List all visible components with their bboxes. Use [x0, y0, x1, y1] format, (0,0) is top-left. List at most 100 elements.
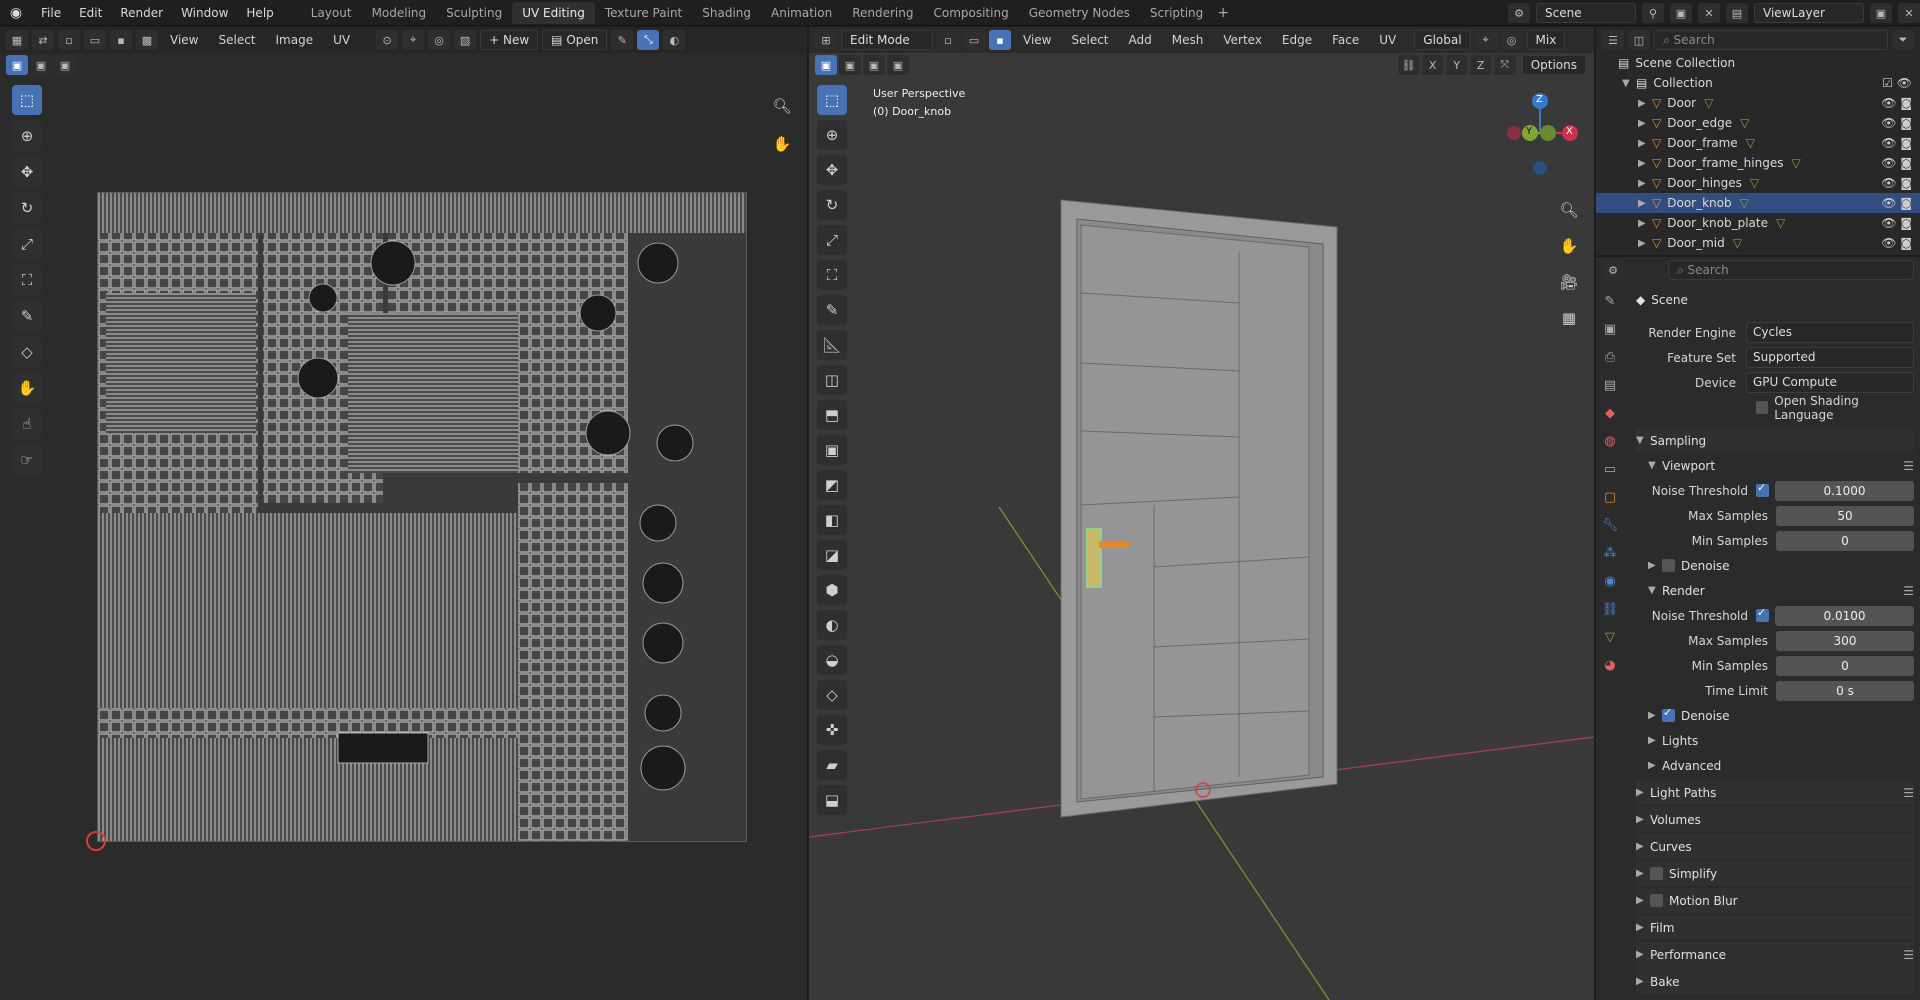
- visibility-icon[interactable]: 👁︎ ◙: [1881, 216, 1912, 230]
- scene-collection-row[interactable]: ▤ Scene Collection: [1596, 53, 1920, 73]
- image-browse-icon[interactable]: ▧: [454, 30, 477, 50]
- mesh-data-icon[interactable]: ▽: [1733, 236, 1742, 250]
- outliner-item[interactable]: ▶ ▽ Door_edge ▽ 👁︎ ◙: [1596, 113, 1920, 133]
- chevron-right-icon[interactable]: ▶: [1638, 218, 1652, 229]
- pan-hand-icon[interactable]: ✋: [767, 129, 797, 159]
- render-max-samples-field[interactable]: 300: [1776, 630, 1914, 651]
- gizmo-toggle-icon[interactable]: ⤡: [637, 30, 660, 50]
- menu-window[interactable]: Window: [172, 0, 237, 26]
- editor-type-icon[interactable]: ☰: [1602, 30, 1624, 50]
- material-tab-icon[interactable]: ◕: [1599, 654, 1621, 676]
- select-box-icon[interactable]: ⬚: [12, 85, 42, 115]
- outliner-search[interactable]: ⌕ Search: [1654, 30, 1888, 50]
- pan-hand-icon[interactable]: ✋: [1554, 231, 1584, 261]
- outliner-item[interactable]: ▶ ▽ Door_hinges ▽ 👁︎ ◙: [1596, 173, 1920, 193]
- navigation-gizmo[interactable]: Z X Y: [1488, 85, 1588, 175]
- add-workspace-icon[interactable]: +: [1217, 5, 1229, 21]
- tab-compositing[interactable]: Compositing: [923, 2, 1018, 24]
- chevron-right-icon[interactable]: ▶: [1638, 138, 1652, 149]
- uv-face-select-icon[interactable]: ▪: [110, 30, 132, 50]
- presets-icon[interactable]: ☰: [1903, 459, 1914, 473]
- outliner-item[interactable]: ▶ ▽ Door_frame ▽ 👁︎ ◙: [1596, 133, 1920, 153]
- outliner-item[interactable]: ▶ ▽ Door_frame_hinges ▽ 👁︎ ◙: [1596, 153, 1920, 173]
- film-panel[interactable]: ▶ Film: [1636, 915, 1914, 940]
- data-tab-icon[interactable]: ▽: [1599, 626, 1621, 648]
- mesh-data-icon[interactable]: ▽: [1746, 136, 1755, 150]
- presets-icon[interactable]: ☰: [1903, 786, 1914, 800]
- delete-view-layer-icon[interactable]: ✕: [1898, 3, 1920, 23]
- render-tab-icon[interactable]: ▣: [1599, 318, 1621, 340]
- object-tab-icon[interactable]: ▢: [1599, 486, 1621, 508]
- render-noise-field[interactable]: 0.0100: [1775, 605, 1914, 626]
- visibility-icon[interactable]: 👁︎ ◙: [1881, 96, 1912, 110]
- rip-icon[interactable]: ◇: [12, 337, 42, 367]
- scene-render[interactable]: [809, 27, 1594, 1000]
- outliner-item[interactable]: ▶ ▽ Door_mid ▽ 👁︎ ◙: [1596, 233, 1920, 253]
- motion-blur-panel[interactable]: ▶ Motion Blur: [1636, 888, 1914, 913]
- lights-subpanel[interactable]: ▶ Lights: [1636, 728, 1914, 753]
- mesh-data-icon[interactable]: ▽: [1750, 176, 1759, 190]
- motion-blur-checkbox[interactable]: [1650, 894, 1663, 907]
- snap-icon[interactable]: ⌖: [402, 30, 425, 50]
- viewport-denoise-checkbox[interactable]: [1662, 559, 1675, 572]
- tab-scripting[interactable]: Scripting: [1140, 2, 1213, 24]
- viewport-noise-field[interactable]: 0.1000: [1775, 480, 1914, 501]
- render-noise-checkbox[interactable]: [1756, 606, 1769, 622]
- time-limit-field[interactable]: 0 s: [1776, 680, 1914, 701]
- grab-icon[interactable]: ✋: [12, 373, 42, 403]
- chevron-right-icon[interactable]: ▶: [1638, 118, 1652, 129]
- camera-view-icon[interactable]: 🎥︎: [1554, 267, 1584, 297]
- pin-icon[interactable]: ⚲: [1642, 3, 1664, 23]
- osl-checkbox[interactable]: [1756, 401, 1769, 414]
- viewport-noise-checkbox[interactable]: [1756, 481, 1769, 497]
- uv-edge-select-icon[interactable]: ▭: [84, 30, 106, 50]
- simplify-checkbox[interactable]: [1650, 867, 1663, 880]
- chevron-right-icon[interactable]: ▶: [1638, 158, 1652, 169]
- filter-icon[interactable]: ⏷: [1892, 30, 1914, 50]
- transform-icon[interactable]: ⛶: [12, 265, 42, 295]
- viewport-denoise-subpanel[interactable]: ▶ Denoise: [1636, 553, 1914, 578]
- overlay-icon[interactable]: ◐: [663, 30, 686, 50]
- render-denoise-subpanel[interactable]: ▶ Denoise: [1636, 703, 1914, 728]
- advanced-subpanel[interactable]: ▶ Advanced: [1636, 753, 1914, 778]
- collection-tab-icon[interactable]: ▭: [1599, 458, 1621, 480]
- tab-layout[interactable]: Layout: [301, 2, 362, 24]
- performance-panel[interactable]: ▶ Performance ☰: [1636, 942, 1914, 967]
- menu-edit[interactable]: Edit: [70, 0, 111, 26]
- outliner-item[interactable]: ▶ ▽ Door_knob_plate ▽ 👁︎ ◙: [1596, 213, 1920, 233]
- cursor-icon[interactable]: ⊕: [12, 121, 42, 151]
- mesh-data-icon[interactable]: ▽: [1776, 216, 1785, 230]
- tab-rendering[interactable]: Rendering: [842, 2, 923, 24]
- render-subpanel-header[interactable]: ▼ Render ☰: [1636, 578, 1914, 603]
- render-min-samples-field[interactable]: 0: [1776, 655, 1914, 676]
- menu-file[interactable]: File: [32, 0, 70, 26]
- zoom-icon[interactable]: 🔍︎: [1554, 195, 1584, 225]
- volumes-panel[interactable]: ▶ Volumes: [1636, 807, 1914, 832]
- viewport-min-samples-field[interactable]: 0: [1776, 530, 1914, 551]
- mesh-data-icon[interactable]: ▽: [1704, 96, 1713, 110]
- visibility-icon[interactable]: ☑ 👁︎: [1882, 76, 1912, 90]
- presets-icon[interactable]: ☰: [1903, 948, 1914, 962]
- viewport-max-samples-field[interactable]: 50: [1776, 505, 1914, 526]
- particles-tab-icon[interactable]: ⁂: [1599, 542, 1621, 564]
- editor-type-icon[interactable]: ▦: [6, 30, 28, 50]
- physics-tab-icon[interactable]: ◉: [1599, 570, 1621, 592]
- menu-image[interactable]: Image: [268, 33, 322, 47]
- new-scene-icon[interactable]: ▣: [1670, 3, 1692, 23]
- tab-animation[interactable]: Animation: [761, 2, 842, 24]
- tab-uv-editing[interactable]: UV Editing: [512, 1, 595, 24]
- world-tab-icon[interactable]: ◍: [1599, 430, 1621, 452]
- annotate-icon[interactable]: ✎: [12, 301, 42, 331]
- pinch-icon[interactable]: ☞: [12, 445, 42, 475]
- device-select[interactable]: GPU Compute: [1746, 372, 1914, 393]
- zoom-icon[interactable]: 🔍︎: [767, 91, 797, 121]
- bake-panel[interactable]: ▶ Bake: [1636, 969, 1914, 994]
- chevron-right-icon[interactable]: ▶: [1638, 238, 1652, 249]
- proportional-icon[interactable]: ◎: [428, 30, 451, 50]
- curves-panel[interactable]: ▶ Curves: [1636, 834, 1914, 859]
- move-icon[interactable]: ✥: [12, 157, 42, 187]
- select-extend-icon[interactable]: ▣: [30, 55, 52, 75]
- visibility-icon[interactable]: 👁︎ ◙: [1881, 196, 1912, 210]
- scene-icon[interactable]: ⚙: [1508, 3, 1530, 23]
- chevron-right-icon[interactable]: ▶: [1638, 98, 1652, 109]
